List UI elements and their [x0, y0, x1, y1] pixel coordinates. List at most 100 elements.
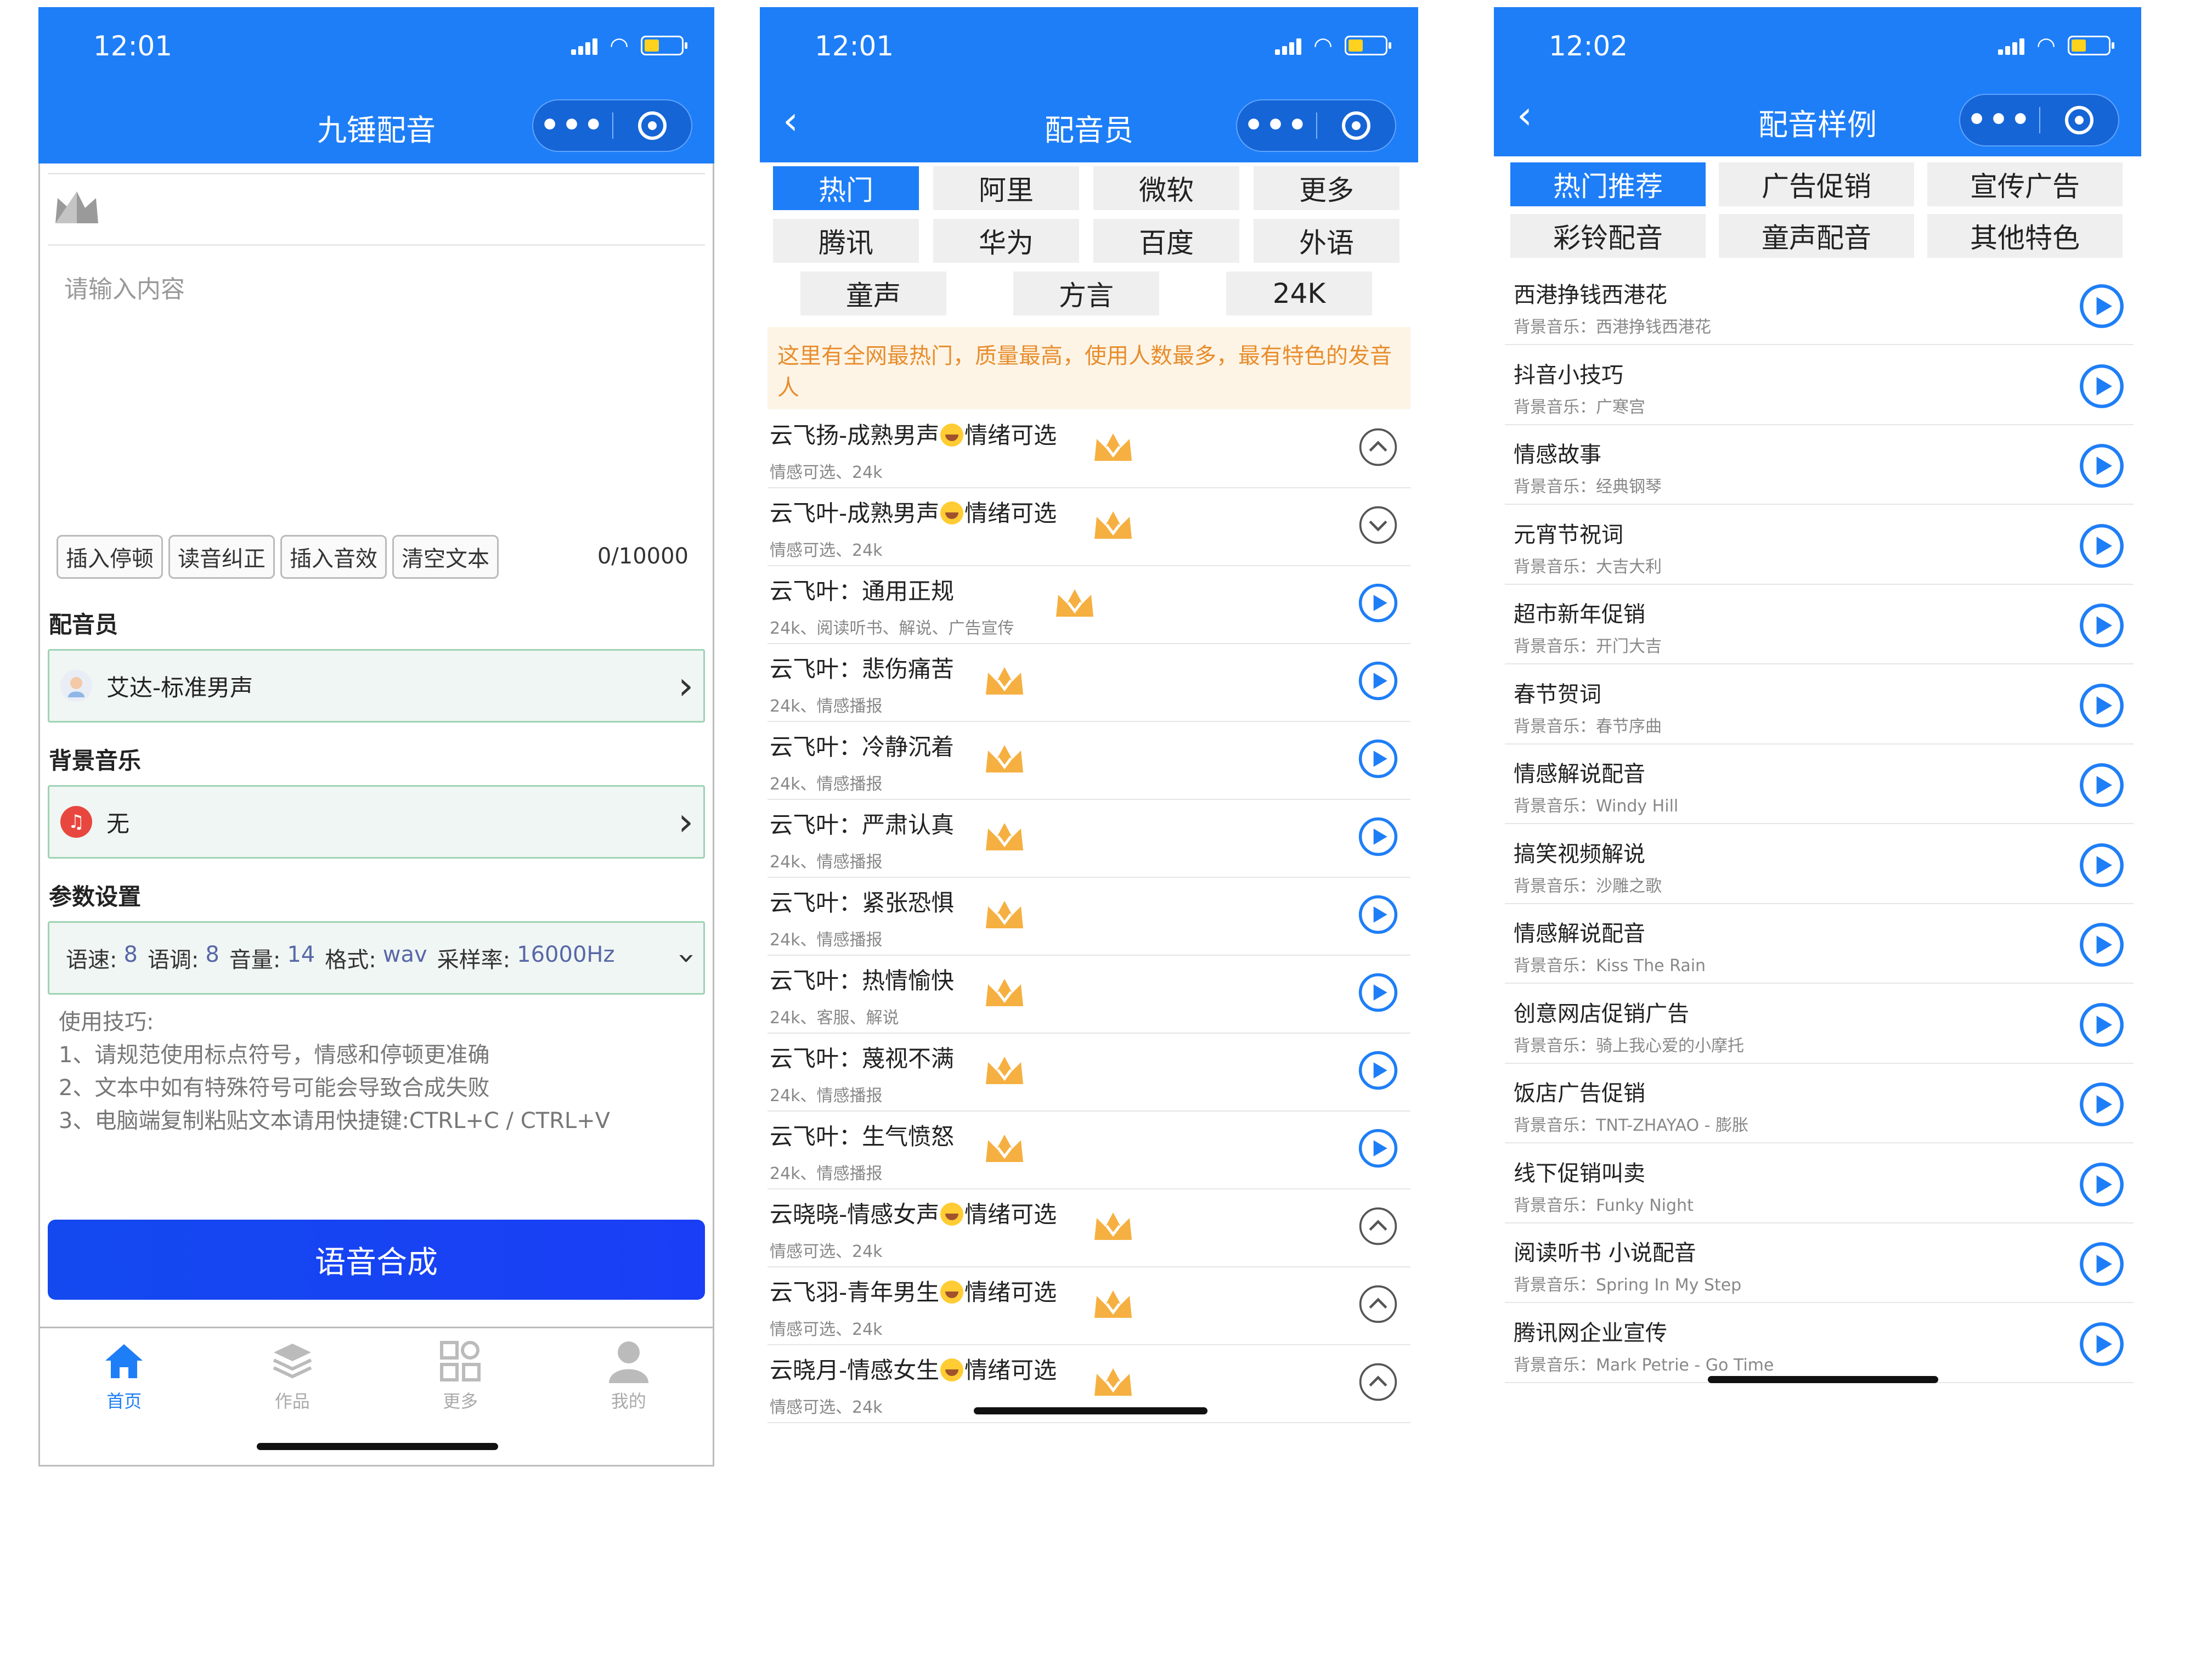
sample-row[interactable]: 饭店广告促销 背景音乐：TNT-ZHAYAO - 膨胀 — [1505, 1063, 2134, 1143]
crown-icon — [983, 664, 1026, 698]
tab-microsoft[interactable]: 微软 — [1093, 166, 1239, 210]
sample-row[interactable]: 创意网店促销广告 背景音乐：骑上我心爱的小摩托 — [1505, 984, 2134, 1064]
sample-title: 春节贺词 — [1514, 681, 1601, 707]
voice-row[interactable]: 云飞叶：紧张恐惧 24k、情感播报 — [768, 878, 1410, 956]
play-icon[interactable] — [2079, 1081, 2125, 1127]
play-icon[interactable] — [2079, 1321, 2125, 1367]
insert-pause-button[interactable]: 插入停顿 — [57, 535, 163, 579]
sample-row[interactable]: 阅读听书 小说配音 背景音乐：Spring In My Step — [1505, 1223, 2134, 1303]
tab-foreign[interactable]: 外语 — [1254, 219, 1400, 263]
play-icon[interactable] — [2079, 922, 2125, 968]
play-icon[interactable] — [2079, 683, 2125, 729]
play-icon[interactable] — [1358, 972, 1398, 1013]
voice-row[interactable]: 云晓晓-情感女声 情绪可选 情感可选、24k — [768, 1189, 1410, 1267]
play-icon[interactable] — [2079, 1241, 2125, 1287]
chevron-up-icon[interactable] — [1358, 1362, 1398, 1402]
tab-other[interactable]: 其他特色 — [1927, 214, 2123, 258]
clear-text-button[interactable]: 清空文本 — [392, 535, 499, 579]
play-icon[interactable] — [1358, 661, 1398, 701]
voice-row[interactable]: 云飞羽-青年男生 情绪可选 情感可选、24k — [768, 1267, 1410, 1345]
sample-row[interactable]: 搞笑视频解说 背景音乐：沙雕之歌 — [1505, 824, 2134, 904]
sample-row[interactable]: 情感故事 背景音乐：经典钢琴 — [1505, 425, 2134, 505]
play-icon[interactable] — [2079, 1002, 2125, 1048]
play-icon[interactable] — [2079, 1161, 2125, 1208]
voice-row[interactable]: 云飞扬-成熟男声 情绪可选 情感可选、24k — [768, 410, 1410, 488]
tab-ad-promo[interactable]: 广告促销 — [1719, 162, 1914, 206]
play-icon[interactable] — [2079, 762, 2125, 808]
more-menu-icon[interactable]: ••• — [1237, 110, 1316, 141]
close-target-icon[interactable] — [1317, 111, 1395, 140]
sample-row[interactable]: 西港挣钱西港花 背景音乐：西港挣钱西港花 — [1505, 265, 2134, 345]
tab-huawei[interactable]: 华为 — [933, 219, 1079, 263]
tab-recommended[interactable]: 热门推荐 — [1510, 162, 1706, 206]
play-icon[interactable] — [1358, 738, 1398, 779]
chevron-up-icon[interactable] — [1358, 1284, 1398, 1324]
synthesize-button[interactable]: 语音合成 — [48, 1220, 705, 1300]
tab-ringtone[interactable]: 彩铃配音 — [1510, 214, 1706, 258]
play-icon[interactable] — [2079, 283, 2125, 329]
play-icon[interactable] — [2079, 842, 2125, 888]
params-selector[interactable]: 语速: 8 语调: 8 音量: 14 格式: wav 采样率: 16000Hz › — [48, 921, 705, 995]
tab-tencent[interactable]: 腾讯 — [773, 219, 919, 263]
tab-home[interactable]: 首页 — [40, 1328, 208, 1467]
chevron-down-icon: › — [670, 952, 705, 964]
sample-row[interactable]: 腾讯网企业宣传 背景音乐：Mark Petrie - Go Time — [1505, 1303, 2134, 1383]
voice-row[interactable]: 云飞叶：冷静沉着 24k、情感播报 — [768, 722, 1410, 800]
sample-row[interactable]: 情感解说配音 背景音乐：Windy Hill — [1505, 744, 2134, 824]
voice-row[interactable]: 云飞叶：生气愤怒 24k、情感播报 — [768, 1112, 1410, 1189]
voice-row[interactable]: 云飞叶-成熟男声 情绪可选 情感可选、24k — [768, 488, 1410, 566]
chevron-up-icon[interactable] — [1358, 1206, 1398, 1247]
voice-row[interactable]: 云飞叶：悲伤痛苦 24k、情感播报 — [768, 644, 1410, 722]
text-input[interactable]: 请输入内容 — [64, 269, 185, 304]
tab-child-voice[interactable]: 童声配音 — [1719, 214, 1914, 258]
more-menu-icon[interactable]: ••• — [533, 110, 612, 141]
tab-24k[interactable]: 24K — [1226, 272, 1372, 315]
sample-row[interactable]: 超市新年促销 背景音乐：开门大吉 — [1505, 584, 2134, 664]
voice-row[interactable]: 云飞叶：蔑视不满 24k、情感播报 — [768, 1034, 1410, 1112]
crown-icon — [983, 1053, 1026, 1087]
tab-baidu[interactable]: 百度 — [1093, 219, 1239, 263]
bgm-selector[interactable]: ♫ 无 › — [48, 785, 705, 859]
tab-publicity[interactable]: 宣传广告 — [1927, 162, 2123, 206]
voice-tags: 24k、情感播报 — [770, 697, 883, 716]
chevron-up-icon[interactable] — [1358, 427, 1398, 467]
tab-child[interactable]: 童声 — [800, 272, 946, 315]
crown-icon — [1091, 1365, 1135, 1399]
play-icon[interactable] — [2079, 523, 2125, 569]
voice-value: 艾达-标准男声 — [106, 674, 253, 701]
tab-me[interactable]: 我的 — [545, 1328, 713, 1467]
close-target-icon[interactable] — [2040, 106, 2118, 134]
tab-more[interactable]: 更多 — [1254, 166, 1400, 210]
insert-sfx-button[interactable]: 插入音效 — [280, 535, 387, 579]
nav-bar: 12:02 ◠ ‹ 配音样例 ••• — [1494, 7, 2141, 156]
sample-title: 情感故事 — [1514, 442, 1601, 467]
voice-row[interactable]: 云飞叶：热情愉快 24k、客服、解说 — [768, 956, 1410, 1034]
tab-hot[interactable]: 热门 — [773, 166, 919, 210]
play-icon[interactable] — [2079, 363, 2125, 409]
pronunciation-fix-button[interactable]: 读音纠正 — [168, 535, 275, 579]
play-icon[interactable] — [1358, 1050, 1398, 1091]
tab-ali[interactable]: 阿里 — [933, 166, 1079, 210]
home-indicator — [257, 1443, 498, 1450]
sample-row[interactable]: 抖音小技巧 背景音乐：广寒宫 — [1505, 345, 2134, 425]
play-icon[interactable] — [1358, 1128, 1398, 1169]
play-icon[interactable] — [1358, 583, 1398, 623]
play-icon[interactable] — [2079, 602, 2125, 648]
sample-row[interactable]: 元宵节祝词 背景音乐：大吉大利 — [1505, 505, 2134, 585]
signal-icon — [1275, 36, 1302, 55]
voice-selector[interactable]: 艾达-标准男声 › — [48, 649, 705, 723]
play-icon[interactable] — [1358, 816, 1398, 857]
play-icon[interactable] — [1358, 894, 1398, 935]
sample-bgm: 背景音乐：沙雕之歌 — [1514, 876, 1662, 896]
voice-row[interactable]: 云飞叶：严肃认真 24k、情感播报 — [768, 800, 1410, 878]
voice-row[interactable]: 云飞叶：通用正规 24k、阅读听书、解说、广告宣传 — [768, 566, 1410, 644]
play-icon[interactable] — [2079, 443, 2125, 489]
voice-tags: 情感可选、24k — [770, 1398, 883, 1417]
tab-dialect[interactable]: 方言 — [1013, 272, 1159, 315]
sample-row[interactable]: 情感解说配音 背景音乐：Kiss The Rain — [1505, 904, 2134, 984]
chevron-down-icon[interactable] — [1358, 505, 1398, 545]
close-target-icon[interactable] — [613, 111, 691, 140]
more-menu-icon[interactable]: ••• — [1960, 105, 2039, 136]
sample-row[interactable]: 线下促销叫卖 背景音乐：Funky Night — [1505, 1143, 2134, 1223]
sample-row[interactable]: 春节贺词 背景音乐：春节序曲 — [1505, 664, 2134, 745]
